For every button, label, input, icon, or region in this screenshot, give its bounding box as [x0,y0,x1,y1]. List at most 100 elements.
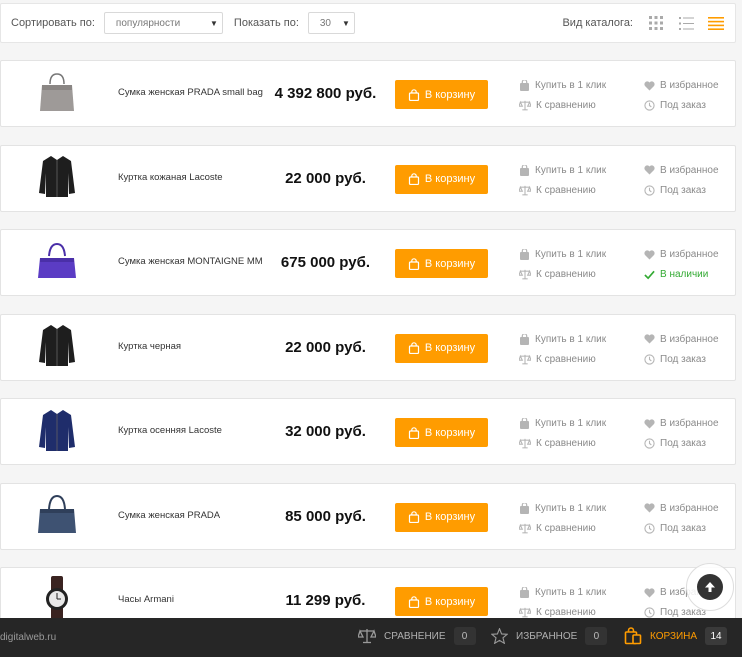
list-view-button[interactable] [677,14,695,32]
heart-icon [644,165,655,175]
purple-bag-icon [36,240,78,287]
add-to-compare-link[interactable]: К сравнению [519,269,596,280]
product-name[interactable]: Куртка кожаная Lacoste [118,172,223,183]
add-to-compare-link[interactable]: К сравнению [519,523,596,534]
availability-label: Под заказ [660,184,706,196]
scroll-top-button[interactable] [686,563,734,611]
product-name[interactable]: Куртка осенняя Lacoste [118,425,222,436]
availability-label: Под заказ [660,100,706,111]
product-name[interactable]: Куртка черная [118,341,181,352]
lines-icon [708,16,724,30]
buy-one-click-link[interactable]: Купить в 1 клик [519,333,607,345]
add-to-cart-button[interactable]: В корзину [395,164,488,194]
bag-icon [520,502,529,514]
cart-icon [408,511,419,523]
add-to-favorites-link[interactable]: В избранное [644,165,719,176]
buy-one-click-link[interactable]: Купить в 1 клик [519,249,606,260]
product-name[interactable]: Часы Armani [118,594,174,605]
bag-icon [520,249,529,260]
add-to-compare-link[interactable]: К сравнению [519,100,596,111]
bag-icon [520,333,529,345]
product-image[interactable] [31,492,83,542]
availability-status: Под заказ [644,185,706,196]
buy-one-click-link[interactable]: Купить в 1 клик [519,418,606,429]
add-to-compare-label: К сравнению [536,100,596,111]
blue-jacket-icon [38,407,76,458]
product-image[interactable] [31,154,83,204]
grid-view-button[interactable] [647,14,665,32]
add-to-favorites-link[interactable]: В избранное [644,503,719,514]
clock-icon [644,607,655,618]
compare-link[interactable]: СРАВНЕНИЕ 0 [358,627,476,645]
add-to-cart-button[interactable]: В корзину [395,249,488,278]
navy-bag-icon [36,493,78,540]
add-to-cart-button[interactable]: В корзину [395,80,488,109]
add-to-favorites-label: В избранное [660,80,719,91]
product-name[interactable]: Сумка женская MONTAIGNE MM [118,256,263,267]
buy-one-click-label: Купить в 1 клик [535,333,607,345]
product-image[interactable] [31,323,83,373]
buy-one-click-link[interactable]: Купить в 1 клик [519,502,606,514]
product-image[interactable] [31,69,83,119]
product-row: Сумка женская PRADA small bag 4 392 800 р… [0,60,736,127]
grey-bag-icon [37,71,77,118]
scales-icon [519,100,531,111]
scales-icon [519,607,531,618]
product-name[interactable]: Сумка женская PRADA small bag [118,87,263,98]
bottom-bar: digitalweb.ru СРАВНЕНИЕ 0 ИЗБРАННОЕ 0 КО… [0,618,742,657]
add-to-cart-button[interactable]: В корзину [395,502,488,532]
add-to-cart-label: В корзину [424,426,476,439]
cart-link[interactable]: КОРЗИНА 14 [624,627,728,645]
cart-icon [408,257,419,270]
scales-icon [519,185,531,195]
sort-select-value: популярности [115,17,181,29]
favorites-link[interactable]: ИЗБРАННОЕ 0 [491,627,608,645]
add-to-favorites-label: В избранное [660,164,719,176]
bag-icon [520,164,529,176]
buy-one-click-label: Купить в 1 клик [535,249,607,260]
site-link[interactable]: digitalweb.ru [0,632,56,643]
grid-icon [649,16,663,30]
product-name[interactable]: Сумка женская PRADA [118,510,220,521]
add-to-cart-button[interactable]: В корзину [395,333,488,363]
add-to-compare-link[interactable]: К сравнению [519,185,596,196]
product-list: Сумка женская PRADA small bag 4 392 800 р… [0,60,736,652]
buy-one-click-link[interactable]: Купить в 1 клик [519,80,606,91]
add-to-compare-label: К сравнению [536,353,596,365]
scales-icon [519,269,531,280]
add-to-favorites-link[interactable]: В избранное [644,249,719,260]
add-to-favorites-link[interactable]: В избранное [644,418,719,429]
add-to-favorites-link[interactable]: В избранное [644,334,719,345]
add-to-compare-link[interactable]: К сравнению [519,354,596,365]
table-view-button[interactable] [707,14,725,32]
product-image[interactable] [31,407,83,457]
sort-select[interactable]: популярности ▼ [103,12,223,34]
buy-one-click-link[interactable]: Купить в 1 клик [519,587,606,598]
chevron-down-icon: ▼ [341,18,350,28]
buy-one-click-link[interactable]: Купить в 1 клик [519,164,606,176]
show-count-value: 30 [319,17,331,29]
add-to-cart-label: В корзину [424,88,476,101]
product-price: 32 000 руб. [285,423,366,440]
show-count-select[interactable]: 30 ▼ [307,12,355,34]
clock-icon [644,438,655,449]
black-jacket-icon [38,322,76,373]
add-to-cart-button[interactable]: В корзину [395,418,488,447]
heart-icon [644,587,655,597]
add-to-compare-label: К сравнению [536,184,596,196]
compare-count: 0 [453,627,476,645]
add-to-cart-button[interactable]: В корзину [395,587,488,616]
compare-label: СРАВНЕНИЕ [384,630,446,642]
product-price: 22 000 руб. [285,338,366,356]
product-price: 85 000 руб. [285,507,366,525]
availability-status: Под заказ [644,354,706,365]
availability-status: Под заказ [644,607,706,618]
add-to-favorites-link[interactable]: В избранное [644,80,719,91]
scales-icon [519,438,531,449]
add-to-compare-label: К сравнению [536,522,596,534]
add-to-cart-label: В корзину [424,173,476,185]
add-to-compare-link[interactable]: К сравнению [519,438,596,449]
add-to-compare-link[interactable]: К сравнению [519,607,596,618]
sort-label: Сортировать по: [11,17,95,29]
product-image[interactable] [31,238,83,288]
